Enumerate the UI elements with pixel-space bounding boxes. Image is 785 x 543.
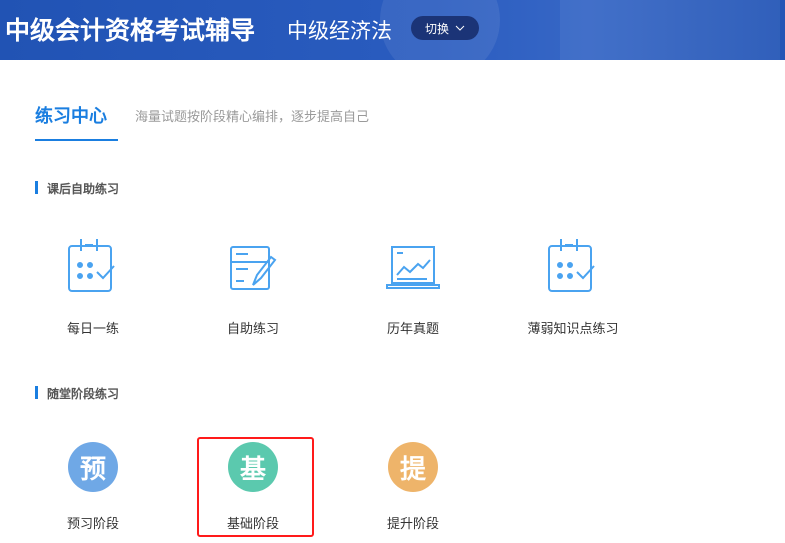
item-label: 薄弱知识点练习: [527, 322, 619, 337]
section-title-stage-practice: 随堂阶段练习: [35, 385, 119, 402]
item-self-practice[interactable]: 自助练习: [193, 235, 313, 340]
calendar-check-icon: [548, 239, 595, 292]
banner-decoration: [560, 0, 780, 60]
laptop-chart-icon: [386, 246, 440, 289]
calendar-check-icon: [68, 239, 115, 292]
item-label: 历年真题: [386, 322, 439, 337]
item-weak-points[interactable]: 薄弱知识点练习: [513, 235, 633, 340]
chevron-down-icon: [455, 25, 465, 31]
app-title: 中级会计资格考试辅导: [5, 16, 256, 45]
tab-subtitle: 海量试题按阶段精心编排，逐步提高自己: [135, 110, 370, 125]
switch-label: 切换: [424, 21, 449, 36]
item-preview-stage[interactable]: 预 预习阶段: [33, 442, 153, 532]
item-advanced-stage[interactable]: 提 提升阶段: [353, 442, 473, 532]
item-past-exams[interactable]: 历年真题: [353, 235, 473, 340]
item-label: 提升阶段: [386, 517, 439, 532]
header-banner: 中级会计资格考试辅导 中级经济法 切换: [0, 0, 785, 60]
tab-active-underline: [35, 139, 118, 141]
item-label: 自助练习: [226, 322, 279, 337]
highlight-box: [197, 437, 314, 537]
item-label: 预习阶段: [66, 517, 119, 532]
switch-subject-button[interactable]: 切换: [411, 16, 479, 40]
form-pen-icon: [230, 246, 277, 290]
item-daily-practice[interactable]: 每日一练: [33, 235, 153, 340]
item-label: 每日一练: [66, 322, 119, 337]
tab-practice-center[interactable]: 练习中心: [35, 102, 107, 128]
advanced-stage-icon: 提: [388, 442, 438, 492]
preview-stage-icon: 预: [68, 442, 118, 492]
section-title-self-practice: 课后自助练习: [35, 180, 119, 197]
subject-title: 中级经济法: [287, 19, 392, 43]
